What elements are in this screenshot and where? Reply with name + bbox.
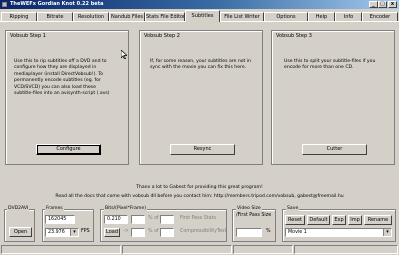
minimize-button[interactable]: _ <box>369 1 378 8</box>
dvd2avi-group <box>4 209 35 242</box>
vobsub-step1-panel: Vobsub Step 1 Use this to rip subtitles … <box>5 30 129 165</box>
status-bar <box>0 244 399 255</box>
frames-label: Frames <box>45 206 64 211</box>
tab-strip: Ripping Bitrate Resolution Nandub Files … <box>0 10 399 22</box>
tab-info[interactable]: Info <box>335 12 362 21</box>
import-button[interactable]: Imp <box>348 215 362 225</box>
resync-button[interactable]: Resync <box>170 144 235 155</box>
bits-value-field[interactable]: 0.210 <box>104 215 128 224</box>
open-button[interactable]: Open <box>9 227 32 237</box>
rename-button[interactable]: Rename <box>364 215 392 225</box>
vobsub-step3-panel: Vobsub Step 3 Use this to split your sub… <box>271 30 395 165</box>
step2-title: Vobsub Step 2 <box>144 33 180 39</box>
first-pass-size-label: /First Pass Size <box>236 213 272 218</box>
tab-nandub-files[interactable]: Nandub Files <box>109 12 145 21</box>
first-pass-percent-label: % of <box>148 216 159 221</box>
bits-label: Bits/(Pixel*Frame) <box>104 206 147 211</box>
tab-bitrate[interactable]: Bitrate <box>37 12 73 21</box>
video-size-label: Video Size <box>236 206 262 211</box>
tab-subtitles[interactable]: Subtitles <box>185 10 220 22</box>
compressibility-label: CompressibilityTest <box>180 229 227 234</box>
frames-input[interactable]: 162045 <box>45 215 75 224</box>
arrow-label: -> <box>123 229 129 234</box>
frames-group <box>42 209 94 242</box>
status-segment-4 <box>294 245 398 254</box>
save-label: Save <box>286 206 300 211</box>
compress-percent-label: % of <box>148 229 159 234</box>
tab-help[interactable]: Help <box>308 12 335 21</box>
credits-line2: Read all the docs that come with vobsub … <box>55 194 344 199</box>
compress-percent-field[interactable] <box>131 228 145 237</box>
step3-title: Vobsub Step 3 <box>276 33 312 39</box>
app-icon <box>2 2 7 7</box>
video-size-percent: % <box>266 229 271 234</box>
preset-select[interactable]: Movie 1 ▾ <box>285 228 392 237</box>
save-group <box>282 209 396 242</box>
vobsub-step2-panel: Vobsub Step 2 If, for some reason, your … <box>139 30 263 165</box>
step2-description: If, for some reason, your subtitles are … <box>150 59 252 71</box>
first-pass-stats-label: First Pass Stats <box>180 216 217 221</box>
tab-file-list-writer[interactable]: File List Writer <box>220 12 264 21</box>
configure-button[interactable]: Configure <box>36 144 101 155</box>
status-segment-3 <box>233 245 293 254</box>
window-title: TheWEFx Gordian Knot 0.22 beta <box>10 1 104 7</box>
tab-options[interactable]: Options <box>264 12 308 21</box>
compress-value-field[interactable] <box>160 228 174 237</box>
mouse-cursor-icon <box>120 49 128 60</box>
export-button[interactable]: Exp <box>332 215 346 225</box>
credits-line1: Thanx a lot to Gabest for providing this… <box>136 185 263 190</box>
tab-ripping[interactable]: Ripping <box>1 12 37 21</box>
first-pass-value-field[interactable] <box>160 215 174 224</box>
video-size-field[interactable] <box>236 228 262 237</box>
step1-title: Vobsub Step 1 <box>10 33 46 39</box>
step3-description: Use this to split your subtitle-files if… <box>284 59 376 71</box>
tab-stats-file-editor[interactable]: Stats File Editor <box>145 12 185 21</box>
cutter-button[interactable]: Cutter <box>302 144 367 155</box>
chevron-down-icon[interactable]: ▾ <box>383 229 391 236</box>
reset-button[interactable]: Reset <box>285 215 305 225</box>
title-bar: TheWEFx Gordian Knot 0.22 beta _ □ x <box>0 0 399 9</box>
status-segment-1 <box>1 245 121 254</box>
close-button[interactable]: x <box>388 1 397 8</box>
preset-value: Movie 1 <box>288 230 307 235</box>
status-segment-2 <box>122 245 232 254</box>
bits-group <box>100 209 227 242</box>
fps-select[interactable]: 23.976 ▾ <box>45 228 79 237</box>
dvd2avi-label: DVD2AVI <box>7 206 30 211</box>
fps-value: 23.976 <box>48 230 65 235</box>
tab-resolution[interactable]: Resolution <box>73 12 109 21</box>
default-button[interactable]: Default <box>307 215 330 225</box>
load-button[interactable]: Load <box>104 228 120 237</box>
first-pass-percent-field[interactable] <box>131 215 145 224</box>
step1-description: Use this to rip subtitles off a DVD and … <box>14 59 110 97</box>
maximize-button[interactable]: □ <box>378 1 387 8</box>
tab-encoder[interactable]: Encoder <box>362 12 398 21</box>
chevron-down-icon[interactable]: ▾ <box>70 229 78 236</box>
fps-label: FPS <box>81 229 90 234</box>
